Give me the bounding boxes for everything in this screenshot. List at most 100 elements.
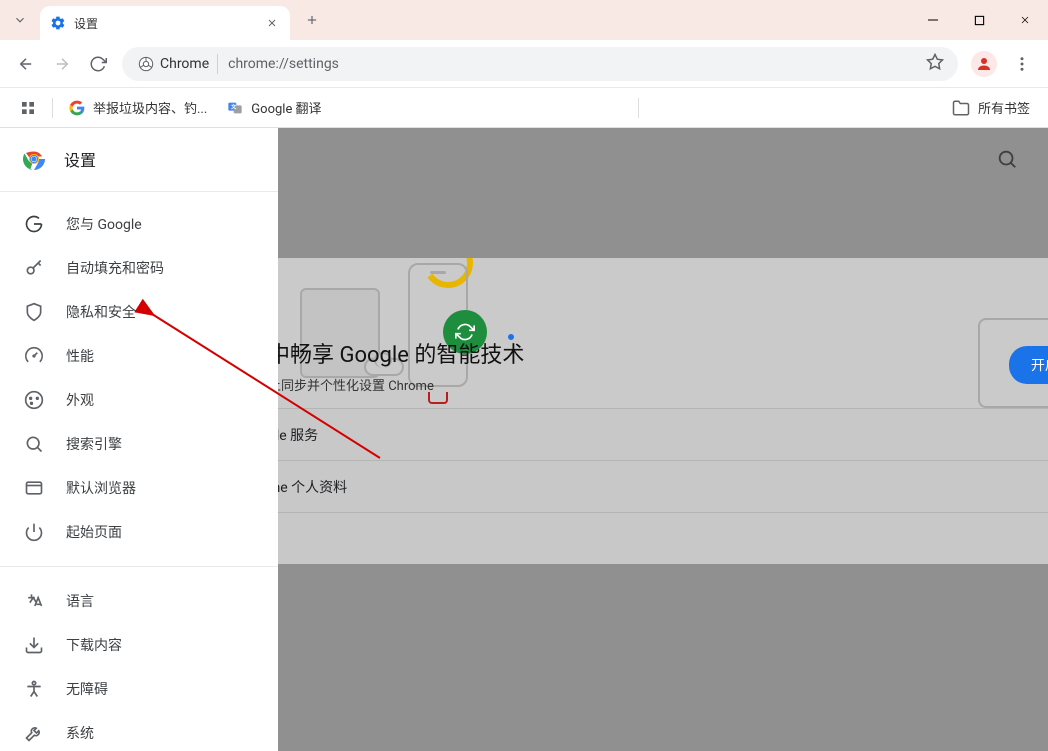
apps-button[interactable]	[10, 94, 46, 122]
tab-dropdown-button[interactable]	[0, 0, 40, 40]
sidebar-item-label: 起始页面	[66, 522, 122, 542]
gear-icon	[50, 15, 66, 31]
row-chrome-profile[interactable]: me 个人资料	[278, 460, 1048, 512]
sidebar-list[interactable]: 您与 Google 自动填充和密码 隐私和安全 性能 外观 搜索引擎	[0, 192, 278, 751]
row-more[interactable]	[278, 512, 1048, 564]
apps-icon	[20, 100, 36, 116]
close-icon	[266, 17, 278, 29]
hero-subtitle: 上同步并个性化设置 Chrome	[278, 375, 524, 394]
tab-close-button[interactable]	[264, 15, 280, 31]
maximize-icon	[974, 15, 985, 26]
separator	[638, 98, 639, 118]
settings-search-button[interactable]	[996, 148, 1018, 174]
forward-button[interactable]	[44, 46, 80, 82]
chrome-logo-icon	[22, 147, 46, 171]
bookmark-item-report[interactable]: 举报垃圾内容、钓...	[59, 92, 217, 123]
minimize-button[interactable]	[910, 0, 956, 40]
sidebar-item-label: 无障碍	[66, 679, 108, 699]
language-icon	[24, 591, 44, 611]
settings-sidebar: 设置 您与 Google 自动填充和密码 隐私和安全 性能 外观	[0, 128, 278, 751]
google-g-icon	[24, 214, 44, 234]
all-bookmarks-label: 所有书签	[978, 98, 1030, 117]
translate-icon: 文	[227, 100, 243, 116]
sidebar-item-language[interactable]: 语言	[0, 579, 278, 623]
download-icon	[24, 635, 44, 655]
power-icon	[24, 522, 44, 542]
url-chip-label: Chrome	[160, 56, 209, 72]
sidebar-item-label: 隐私和安全	[66, 302, 136, 322]
kebab-menu-button[interactable]	[1004, 46, 1040, 82]
sidebar-item-label: 默认浏览器	[66, 478, 136, 498]
google-g-icon	[69, 100, 85, 116]
sync-card: 中畅享 Google 的智能技术 上同步并个性化设置 Chrome 开启同步功能…	[278, 258, 1048, 564]
browser-icon	[24, 478, 44, 498]
all-bookmarks-button[interactable]: 所有书签	[952, 98, 1038, 117]
sidebar-item-google[interactable]: 您与 Google	[0, 202, 278, 246]
sidebar-item-downloads[interactable]: 下载内容	[0, 623, 278, 667]
sidebar-item-performance[interactable]: 性能	[0, 334, 278, 378]
url-field[interactable]: Chrome chrome://settings	[122, 47, 958, 81]
hero-title: 中畅享 Google 的智能技术	[278, 337, 524, 369]
bookmark-label: 举报垃圾内容、钓...	[93, 98, 207, 117]
row-google-services[interactable]: gle 服务	[278, 408, 1048, 460]
reload-icon	[89, 55, 107, 73]
dots-vertical-icon	[1013, 55, 1031, 73]
sidebar-item-label: 外观	[66, 390, 94, 410]
hero-illustration: 中畅享 Google 的智能技术 上同步并个性化设置 Chrome 开启同步功能…	[278, 258, 1048, 408]
minimize-icon	[927, 14, 939, 26]
sidebar-item-startup[interactable]: 起始页面	[0, 510, 278, 554]
wrench-icon	[24, 723, 44, 743]
speedometer-icon	[24, 346, 44, 366]
separator	[52, 98, 53, 118]
close-window-button[interactable]	[1002, 0, 1048, 40]
bookmark-item-translate[interactable]: 文 Google 翻译	[217, 92, 331, 123]
tab-title: 设置	[74, 15, 264, 32]
person-icon	[975, 55, 993, 73]
sync-enable-button[interactable]: 开启同步功能...	[1009, 346, 1048, 384]
arrow-right-icon	[53, 55, 71, 73]
plus-icon	[305, 13, 319, 27]
search-icon	[996, 148, 1018, 170]
content-area: 设置 您与 Google 自动填充和密码 隐私和安全 性能 外观	[0, 128, 1048, 751]
sidebar-title: 设置	[64, 147, 96, 171]
sidebar-item-system[interactable]: 系统	[0, 711, 278, 751]
back-button[interactable]	[8, 46, 44, 82]
chevron-down-icon	[13, 13, 27, 27]
profile-button[interactable]	[968, 48, 1000, 80]
sidebar-item-label: 自动填充和密码	[66, 258, 164, 278]
browser-tab[interactable]: 设置	[40, 6, 290, 40]
bookmark-star-button[interactable]	[926, 53, 944, 75]
close-icon	[1019, 14, 1031, 26]
sidebar-item-privacy[interactable]: 隐私和安全	[0, 290, 278, 334]
divider	[0, 566, 278, 567]
window-controls	[910, 0, 1048, 40]
bookmarks-bar: 举报垃圾内容、钓... 文 Google 翻译 所有书签	[0, 88, 1048, 128]
sidebar-item-search[interactable]: 搜索引擎	[0, 422, 278, 466]
new-tab-button[interactable]	[298, 6, 326, 34]
address-bar: Chrome chrome://settings	[0, 40, 1048, 88]
url-origin-chip[interactable]: Chrome	[136, 54, 218, 74]
sidebar-item-label: 您与 Google	[66, 214, 142, 234]
avatar	[971, 51, 997, 77]
reload-button[interactable]	[80, 46, 116, 82]
url-text: chrome://settings	[228, 56, 339, 72]
sidebar-item-autofill[interactable]: 自动填充和密码	[0, 246, 278, 290]
sidebar-item-label: 性能	[66, 346, 94, 366]
titlebar: 设置	[0, 0, 1048, 40]
folder-icon	[952, 99, 970, 117]
sidebar-item-accessibility[interactable]: 无障碍	[0, 667, 278, 711]
maximize-button[interactable]	[956, 0, 1002, 40]
settings-main: 中畅享 Google 的智能技术 上同步并个性化设置 Chrome 开启同步功能…	[278, 128, 1048, 751]
key-icon	[24, 258, 44, 278]
sidebar-item-label: 搜索引擎	[66, 434, 122, 454]
sidebar-header: 设置	[0, 128, 278, 192]
sidebar-item-label: 语言	[66, 591, 94, 611]
row-label: gle 服务	[278, 425, 1048, 445]
search-icon	[24, 434, 44, 454]
sidebar-item-label: 下载内容	[66, 635, 122, 655]
sidebar-item-default-browser[interactable]: 默认浏览器	[0, 466, 278, 510]
palette-icon	[24, 390, 44, 410]
sidebar-item-label: 系统	[66, 723, 94, 743]
sidebar-item-appearance[interactable]: 外观	[0, 378, 278, 422]
chrome-icon	[138, 56, 154, 72]
